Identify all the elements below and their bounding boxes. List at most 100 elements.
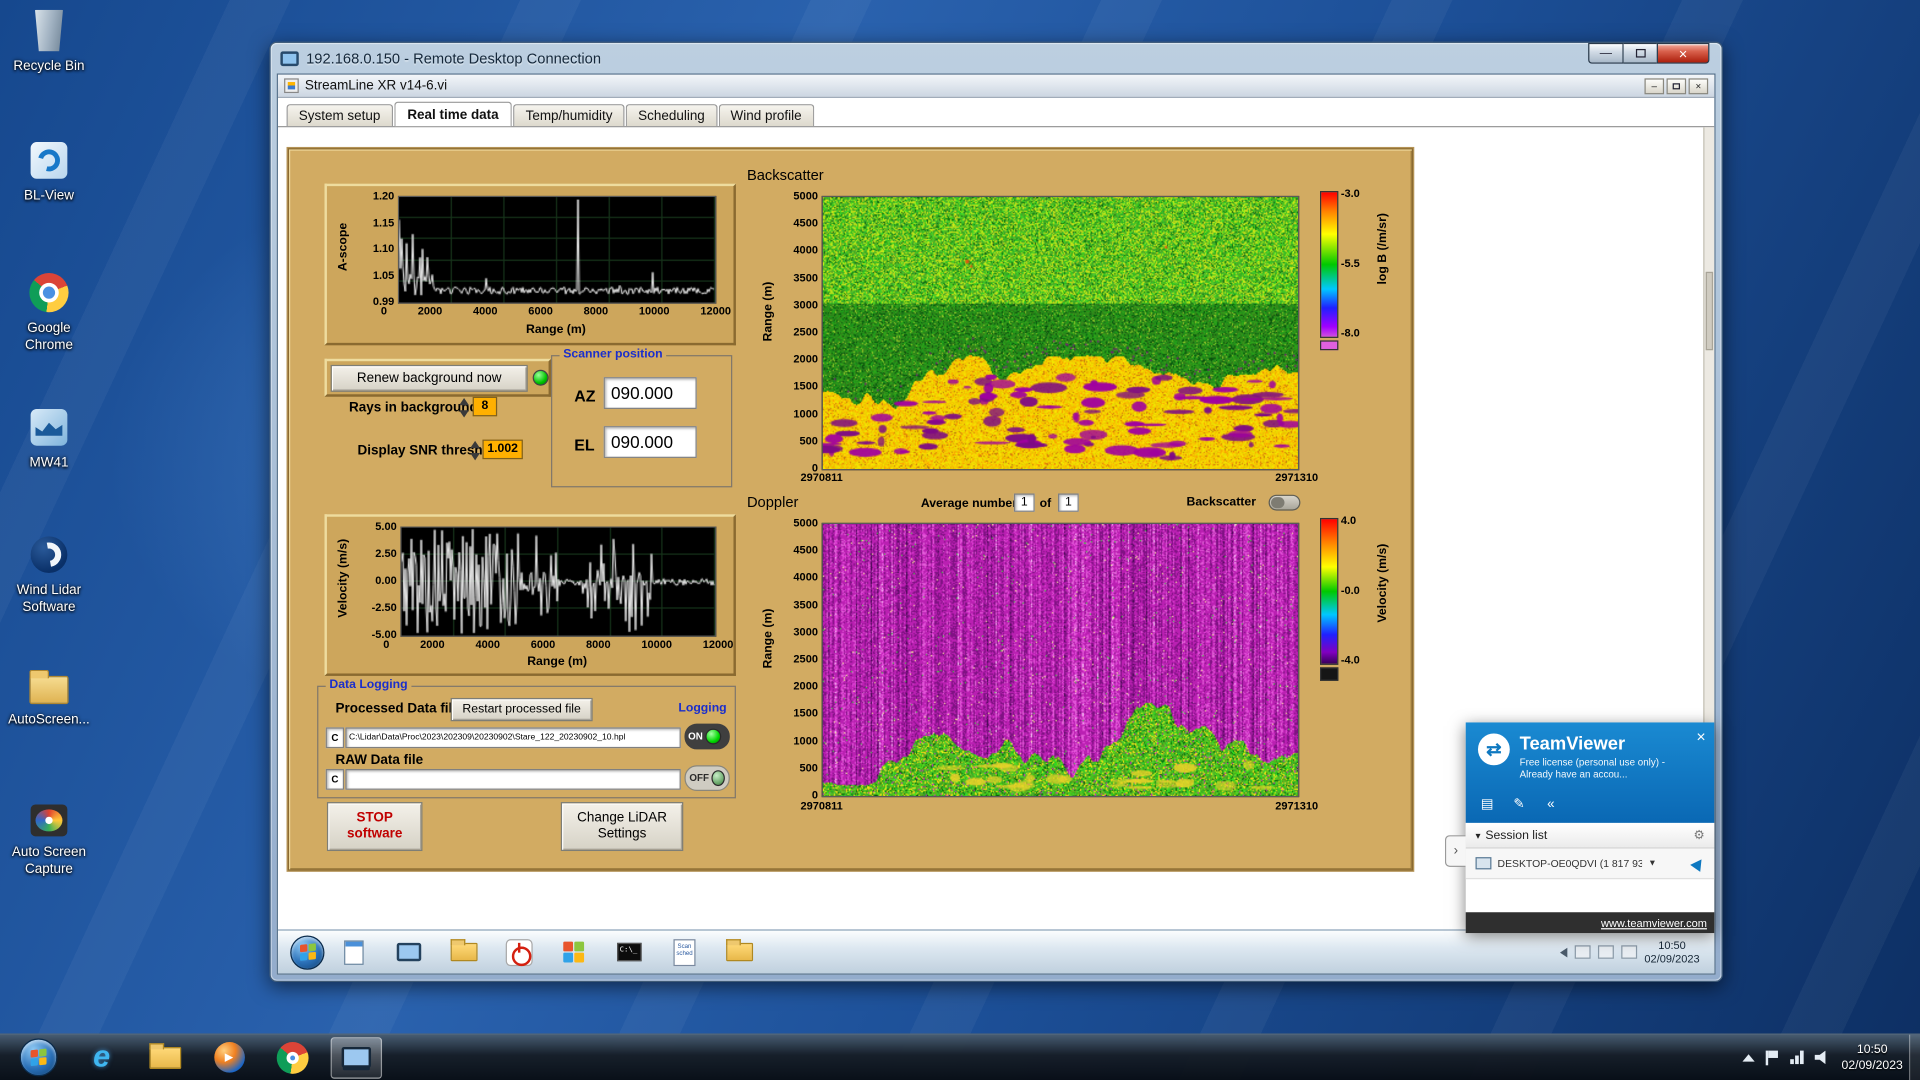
processed-logging-toggle[interactable]: ON: [684, 723, 730, 750]
clock[interactable]: 10:50 02/09/2023: [1842, 1041, 1903, 1073]
doppler-y-axis: 5000 4500 4000 3500 3000 2500 2000 1500 1000 500 0: [778, 517, 818, 801]
tick-label: 4.0: [1340, 514, 1357, 527]
maximize-button[interactable]: [1623, 42, 1657, 64]
tray-icon-2[interactable]: [1597, 945, 1614, 959]
taskbar-item-internet-explorer[interactable]: e: [76, 1037, 127, 1079]
host-taskbar: e ▶ 10:50 02/09/2023: [0, 1033, 1920, 1080]
velocity-x-title: Range (m): [527, 655, 588, 669]
tick-label: 2.50: [375, 547, 397, 560]
backscatter-x-end: 2971310: [1275, 471, 1319, 484]
clipboard-icon[interactable]: ▤: [1479, 796, 1495, 812]
rdp-titlebar[interactable]: 192.168.0.150 - Remote Desktop Connectio…: [271, 43, 1722, 74]
computer-row[interactable]: DESKTOP-OE0QDVI (1 817 937 ▼: [1465, 848, 1715, 880]
remote-taskbar-item-windows-app[interactable]: [549, 934, 600, 971]
data-logging-group: Data Logging Processed Data file Restart…: [317, 678, 736, 799]
tab-temp-humidity[interactable]: Temp/humidity: [513, 104, 625, 127]
raw-path-field[interactable]: [345, 768, 681, 790]
desktop-icon-bl-view[interactable]: BL-View: [2, 137, 95, 204]
desktop-icon-chrome[interactable]: Google Chrome: [2, 269, 95, 353]
el-value-field[interactable]: 090.000: [603, 426, 697, 458]
teamviewer-collapse-tab[interactable]: ›: [1444, 835, 1466, 867]
collapse-icon[interactable]: «: [1543, 796, 1559, 812]
teamviewer-link[interactable]: www.teamviewer.com: [1601, 917, 1707, 929]
brush-icon[interactable]: ✎: [1511, 796, 1527, 812]
show-desktop-button[interactable]: [1908, 1034, 1920, 1080]
processed-drive-button[interactable]: C: [325, 727, 345, 749]
teamviewer-logo-icon: ⇄: [1477, 733, 1510, 766]
desktop-icon-mw41[interactable]: MW41: [2, 404, 95, 471]
taskbar-item-remote-desktop[interactable]: [330, 1036, 383, 1079]
change-lidar-settings-button[interactable]: Change LiDAR Settings: [560, 802, 684, 852]
restart-processed-file-button[interactable]: Restart processed file: [450, 697, 593, 722]
velocity-y-label: Velocity (m/s): [336, 538, 351, 618]
tab-wind-profile[interactable]: Wind profile: [718, 104, 814, 127]
stop-software-button[interactable]: STOP software: [326, 802, 423, 852]
remote-start-button[interactable]: [290, 934, 325, 970]
down-arrow-icon: [470, 453, 480, 461]
az-value-field[interactable]: 090.000: [603, 377, 697, 409]
desktop-icon-wind-lidar[interactable]: Wind Lidar Software: [2, 531, 95, 615]
tab-system-setup[interactable]: System setup: [286, 104, 393, 127]
doppler-colorbar: [1320, 517, 1339, 665]
chevron-down-icon[interactable]: ▼: [1648, 859, 1656, 868]
desktop-icon-recycle-bin[interactable]: Recycle Bin: [2, 7, 95, 74]
remote-taskbar-item-monitor[interactable]: [383, 934, 434, 971]
desktop-icon-auto-screen-capture[interactable]: Auto Screen Capture: [2, 793, 95, 877]
rays-value[interactable]: 8: [472, 396, 498, 417]
app-titlebar[interactable]: StreamLine XR v14-6.vi – ×: [277, 74, 1715, 98]
scrollbar-thumb[interactable]: [1705, 271, 1714, 351]
action-center-flag-icon[interactable]: [1765, 1050, 1779, 1065]
windows-colors-icon: [563, 941, 585, 963]
minimize-button[interactable]: —: [1588, 42, 1624, 64]
app-minimize-button[interactable]: –: [1644, 77, 1665, 94]
tab-bar: System setup Real time data Temp/humidit…: [277, 97, 1715, 128]
average-count-field[interactable]: 1: [1057, 493, 1079, 512]
remote-clock[interactable]: 10:50 02/09/2023: [1644, 939, 1699, 966]
taskbar-item-media-player[interactable]: ▶: [203, 1037, 254, 1079]
start-button[interactable]: [12, 1037, 63, 1079]
remote-taskbar-item-power[interactable]: [493, 934, 544, 971]
session-list-row[interactable]: ▾ Session list ⚙: [1465, 822, 1715, 849]
snr-value[interactable]: 1.002: [482, 439, 523, 460]
tick-label: 0: [383, 637, 390, 651]
tick-label: 4000: [793, 571, 818, 584]
teamviewer-toolbar: ▤ ✎ «: [1479, 796, 1559, 812]
network-icon[interactable]: [1790, 1050, 1804, 1065]
connect-cursor-icon[interactable]: [1690, 855, 1707, 872]
rays-spinner[interactable]: [459, 397, 470, 418]
remote-taskbar-item-folder2[interactable]: [714, 934, 765, 971]
renew-background-button[interactable]: Renew background now: [330, 364, 528, 392]
remote-taskbar-item-cmd[interactable]: C:\_: [604, 934, 655, 971]
volume-icon[interactable]: [1814, 1050, 1826, 1065]
average-number-field[interactable]: 1: [1013, 493, 1035, 512]
tray-icon-1[interactable]: [1574, 945, 1591, 959]
tick-label: 1.20: [372, 189, 395, 203]
teamviewer-panel: › ⇄ TeamViewer Free license (personal us…: [1444, 722, 1715, 934]
tab-scheduling[interactable]: Scheduling: [625, 104, 718, 127]
remote-taskbar-item-document[interactable]: [328, 934, 379, 971]
show-hidden-icons-arrow[interactable]: [1742, 1053, 1755, 1062]
taskbar-item-chrome[interactable]: [267, 1037, 318, 1079]
show-hidden-icons-arrow[interactable]: [1559, 947, 1568, 957]
raw-logging-toggle[interactable]: OFF: [684, 765, 730, 792]
processed-path-field[interactable]: C:\Lidar\Data\Proc\2023\202309\20230902\…: [345, 727, 681, 749]
remote-taskbar-item-folder[interactable]: [438, 934, 489, 971]
remote-taskbar-item-scan-sched[interactable]: Scan sched: [659, 934, 710, 971]
el-label: EL: [574, 435, 595, 455]
close-button[interactable]: ×: [1656, 42, 1710, 64]
tab-real-time-data[interactable]: Real time data: [393, 101, 513, 127]
backscatter-toggle-switch[interactable]: [1268, 494, 1301, 511]
raw-drive-button[interactable]: C: [325, 768, 345, 790]
teamviewer-close-icon[interactable]: ×: [1696, 727, 1705, 745]
teamviewer-title: TeamViewer: [1519, 733, 1626, 755]
tick-label: 4000: [793, 244, 818, 257]
taskbar-item-explorer[interactable]: [140, 1037, 191, 1079]
snr-spinner[interactable]: [470, 440, 481, 461]
app-close-button[interactable]: ×: [1688, 77, 1709, 94]
tray-icon-3[interactable]: [1621, 945, 1638, 959]
desktop-icon-autoscreen[interactable]: AutoScreen...: [2, 661, 95, 728]
folder-icon: [450, 939, 478, 962]
app-restore-button[interactable]: [1666, 77, 1687, 94]
tick-label: 2000: [420, 637, 445, 651]
gear-icon[interactable]: ⚙: [1694, 828, 1705, 841]
